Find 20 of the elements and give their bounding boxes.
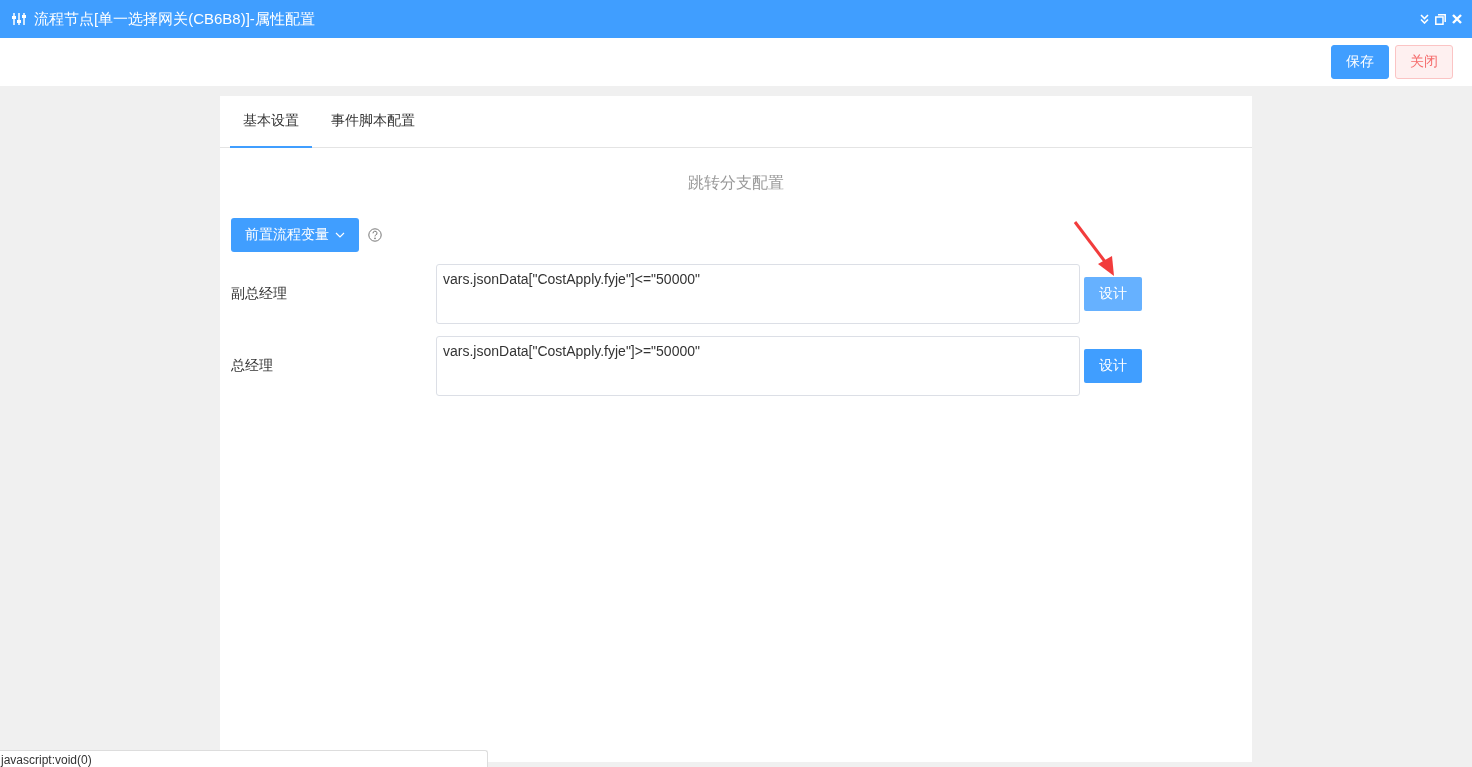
section-title: 跳转分支配置 xyxy=(687,173,785,193)
tab[interactable]: 基本设置 xyxy=(230,96,312,148)
design-button[interactable]: 设计 xyxy=(1084,277,1142,311)
branch-label: 总经理 xyxy=(231,357,274,375)
save-button[interactable]: 保存 xyxy=(1331,45,1389,79)
close-icon[interactable] xyxy=(1452,14,1462,24)
collapse-icon[interactable] xyxy=(1420,14,1429,24)
condition-field[interactable]: vars.jsonData["CostApply.fyje"]>="50000" xyxy=(436,336,1080,396)
design-button[interactable]: 设计 xyxy=(1084,349,1142,383)
branch-label: 副总经理 xyxy=(231,285,288,303)
close-button[interactable]: 关闭 xyxy=(1395,45,1453,79)
settings-sliders-icon xyxy=(12,13,26,25)
variables-dropdown-button[interactable]: 前置流程变量 xyxy=(231,218,359,252)
restore-icon[interactable] xyxy=(1435,13,1446,25)
status-url: javascript:void(0) xyxy=(0,753,92,767)
condition-field[interactable]: vars.jsonData["CostApply.fyje"]<="50000" xyxy=(436,264,1080,324)
help-icon[interactable] xyxy=(368,228,382,242)
window-title: 流程节点[单一选择网关(CB6B8)]-属性配置 xyxy=(34,9,316,29)
caret-icon xyxy=(335,232,345,238)
tab[interactable]: 事件脚本配置 xyxy=(318,96,428,148)
